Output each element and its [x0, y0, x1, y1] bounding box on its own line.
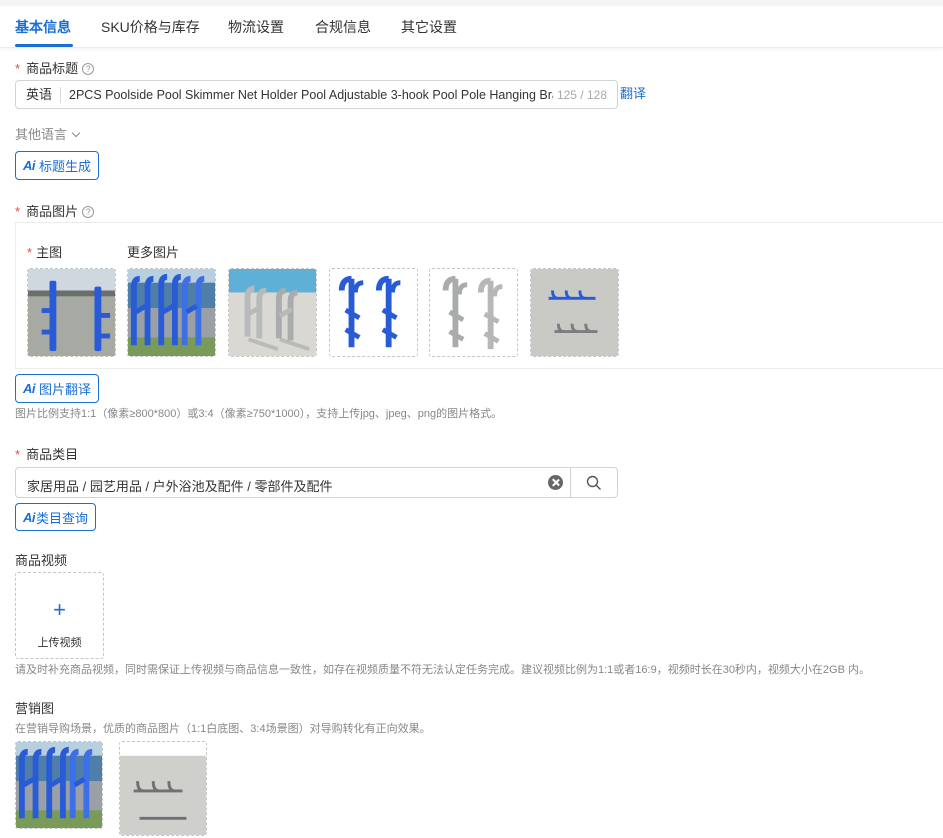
upload-video-button[interactable]: + 上传视频 [15, 572, 104, 659]
marketing-images-hint: 在营销导购场景，优质的商品图片（1:1白底图、3:4场景图）对导购转化有正向效果… [15, 723, 431, 735]
product-images-label-text: 商品图片 [26, 204, 79, 219]
ai-icon: Ai [23, 158, 36, 173]
product-image-thumb[interactable] [127, 268, 216, 357]
title-char-count: 125 / 128 [556, 87, 607, 102]
marketing-images-label: 营销图 [15, 701, 55, 716]
title-language[interactable]: 英语 [16, 86, 62, 103]
marketing-image-thumb[interactable] [15, 741, 103, 829]
product-title-input[interactable]: 2PCS Poolside Pool Skimmer Net Holder Po… [61, 88, 553, 102]
main-image-label: * 主图 [27, 242, 62, 261]
search-icon [586, 475, 601, 490]
other-languages-label: 其他语言 [15, 127, 68, 142]
main-image-label-text: 主图 [36, 245, 63, 260]
product-photo [330, 269, 417, 356]
ai-category-query-button[interactable]: Ai 类目查询 [15, 503, 97, 531]
other-languages-toggle[interactable]: 其他语言 [15, 124, 81, 143]
required-mark: * [15, 447, 21, 462]
product-photo [16, 742, 102, 828]
category-path: 家居用品 / 园艺用品 / 户外浴池及配件 / 零部件及配件 [27, 479, 333, 494]
product-category-label-text: 商品类目 [26, 447, 79, 462]
required-mark: * [27, 245, 33, 260]
product-photo [531, 269, 618, 356]
video-hint: 请及时补充商品视频，同时需保证上传视频与商品信息一致性，如存在视频质量不符无法认… [15, 664, 870, 676]
product-images-label: * 商品图片? [15, 201, 95, 220]
ai-image-translate-button[interactable]: Ai 图片翻译 [15, 374, 100, 403]
ai-icon: Ai [23, 509, 36, 525]
product-photo [430, 269, 517, 356]
product-photo [28, 269, 115, 356]
product-image-thumb[interactable] [329, 268, 418, 357]
tab-compliance[interactable]: 合规信息 [315, 17, 371, 37]
product-image-thumb[interactable] [27, 268, 116, 357]
clear-icon[interactable] [548, 475, 563, 490]
more-images-label: 更多图片 [127, 245, 180, 260]
product-title-label-text: 商品标题 [26, 61, 79, 76]
product-photo [128, 269, 215, 356]
tab-basic-info[interactable]: 基本信息 [15, 17, 71, 37]
ai-title-generate-label: 标题生成 [39, 159, 92, 174]
product-photo [229, 269, 316, 356]
required-mark: * [15, 61, 21, 76]
category-select[interactable]: 家居用品 / 园艺用品 / 户外浴池及配件 / 零部件及配件 [15, 467, 618, 498]
category-search-button[interactable] [570, 468, 618, 497]
product-title-field[interactable]: 英语 2PCS Poolside Pool Skimmer Net Holder… [15, 80, 618, 109]
ai-image-translate-label: 图片翻译 [39, 382, 92, 397]
tab-bar: 基本信息 SKU价格与库存 物流设置 合规信息 其它设置 [0, 6, 943, 48]
upload-video-label: 上传视频 [37, 637, 82, 649]
marketing-image-thumb[interactable] [119, 741, 207, 836]
help-icon[interactable]: ? [82, 63, 95, 75]
image-format-hint: 图片比例支持1:1（像素≥800*800）或3:4（像素≥750*1000），支… [15, 408, 503, 420]
product-title-label: * 商品标题? [15, 58, 95, 77]
ai-category-query-label: 类目查询 [36, 510, 89, 526]
product-image-thumb[interactable] [530, 268, 619, 357]
tab-logistics[interactable]: 物流设置 [228, 17, 284, 37]
required-mark: * [15, 204, 21, 219]
ai-icon: Ai [23, 381, 36, 396]
help-icon[interactable]: ? [82, 206, 95, 218]
product-category-label: * 商品类目 [15, 444, 78, 463]
tab-sku-price-stock[interactable]: SKU价格与库存 [101, 17, 200, 37]
tab-other-settings[interactable]: 其它设置 [401, 17, 457, 37]
ai-title-generate-button[interactable]: Ai 标题生成 [15, 151, 100, 180]
translate-link[interactable]: 翻译 [620, 83, 646, 102]
product-image-thumb[interactable] [228, 268, 317, 357]
product-image-thumb[interactable] [429, 268, 518, 357]
product-photo [120, 742, 206, 835]
plus-icon: + [53, 597, 66, 622]
chevron-down-icon [71, 128, 81, 138]
product-video-label: 商品视频 [15, 553, 68, 568]
active-tab-indicator [15, 44, 73, 47]
